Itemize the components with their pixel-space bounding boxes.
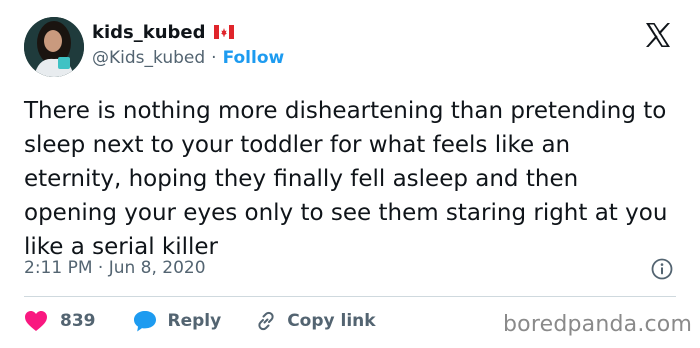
tweet-text: There is nothing more disheartening than… xyxy=(24,98,668,260)
info-icon[interactable] xyxy=(651,258,673,280)
avatar-image xyxy=(24,17,84,77)
heart-icon xyxy=(25,311,47,331)
avatar[interactable] xyxy=(24,17,84,77)
like-button[interactable]: 839 xyxy=(24,310,96,332)
watermark: boredpanda.com xyxy=(503,312,693,337)
like-count: 839 xyxy=(60,311,96,331)
action-bar: 839 Reply Copy link xyxy=(24,306,376,336)
copy-link-button[interactable]: Copy link xyxy=(255,310,376,332)
tweet-timestamp[interactable]: 2:11 PM · Jun 8, 2020 xyxy=(24,258,206,278)
follow-button[interactable]: Follow xyxy=(223,48,285,68)
link-icon xyxy=(258,311,274,331)
divider xyxy=(24,296,676,297)
author-handle[interactable]: @Kids_kubed xyxy=(92,48,205,68)
author-info: kids_kubed @Kids_kubed · Follow xyxy=(92,20,285,69)
reply-label: Reply xyxy=(167,311,222,331)
x-logo-icon[interactable] xyxy=(643,20,673,50)
reply-bubble-icon xyxy=(133,311,156,332)
copy-link-label: Copy link xyxy=(287,311,376,331)
display-name[interactable]: kids_kubed xyxy=(92,22,206,43)
reply-button[interactable]: Reply xyxy=(132,309,222,333)
canada-flag-icon xyxy=(213,25,234,39)
separator-dot: · xyxy=(211,48,217,68)
